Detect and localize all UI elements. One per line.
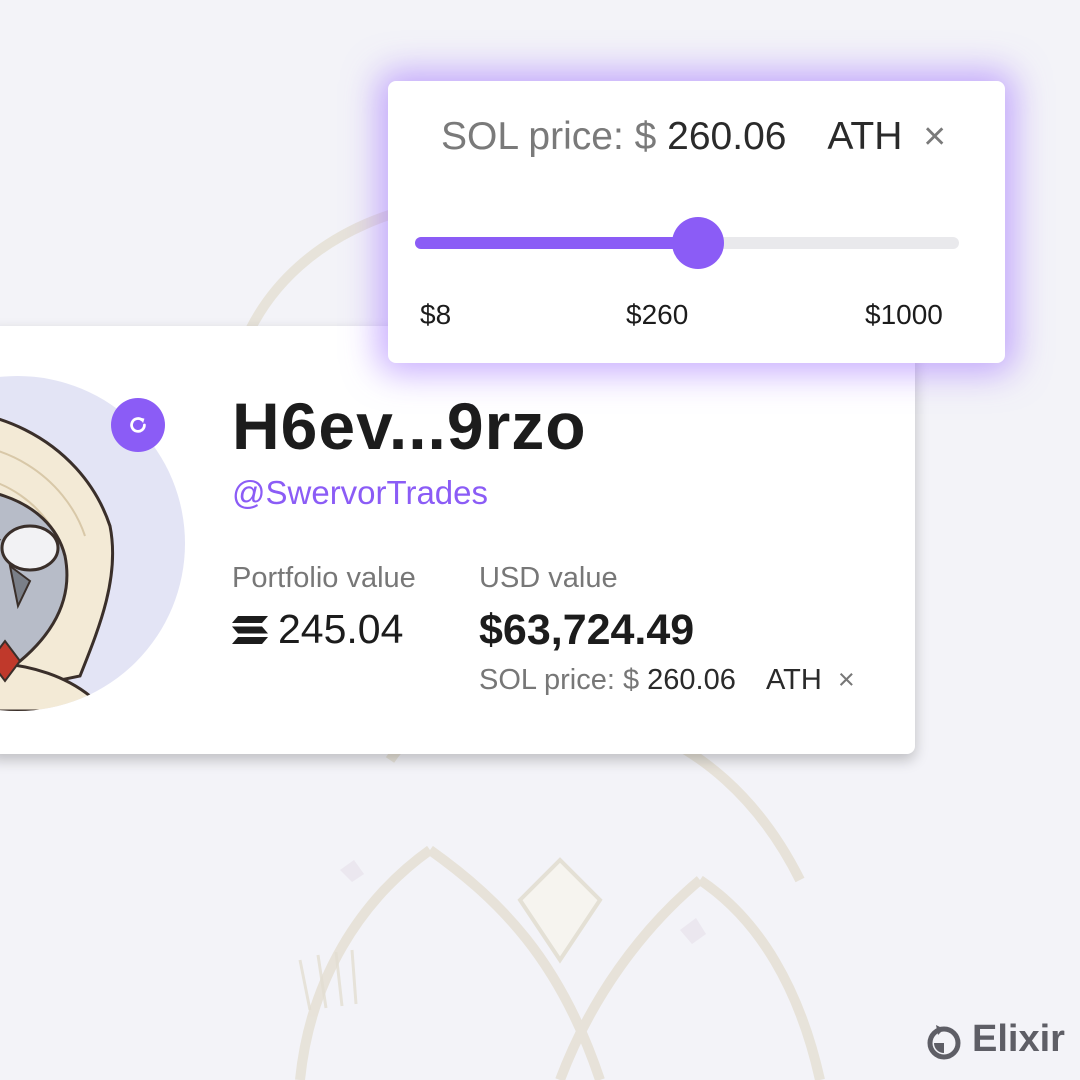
slider-min-label: $8 xyxy=(420,299,452,330)
price-slider-thumb[interactable] xyxy=(671,217,724,269)
brand-watermark: Elixir xyxy=(924,1018,1065,1061)
popup-sol-price-row: SOL price: $ 260.06 ATH × xyxy=(441,115,946,159)
price-slider-fill xyxy=(415,237,698,249)
popup-sol-price-prefix: SOL price: $ xyxy=(441,115,657,158)
sol-price-popup: SOL price: $ 260.06 ATH × $8 $260 $1000 xyxy=(388,81,1005,363)
refresh-icon xyxy=(130,417,146,433)
price-slider-track[interactable] xyxy=(415,217,959,269)
user-handle-link[interactable]: @SwervorTrades xyxy=(232,474,488,512)
refresh-button[interactable] xyxy=(111,398,165,452)
usd-value-label: USD value xyxy=(479,562,618,594)
card-ath-button[interactable]: ATH xyxy=(766,664,822,696)
sol-icon xyxy=(232,615,268,644)
portfolio-value: 245.04 xyxy=(232,606,403,653)
profile-card: H6ev...9rzo @SwervorTrades Portfolio val… xyxy=(0,326,915,754)
brand-name: Elixir xyxy=(972,1018,1065,1060)
usd-value: $63,724.49 xyxy=(479,606,695,654)
popup-close-icon[interactable]: × xyxy=(923,115,946,158)
card-sol-price-value: 260.06 xyxy=(647,664,736,696)
popup-ath-button[interactable]: ATH xyxy=(827,115,902,158)
portfolio-value-label: Portfolio value xyxy=(232,562,416,594)
card-close-icon[interactable]: × xyxy=(838,664,855,696)
card-sol-price-row: SOL price: $ 260.06 ATH × xyxy=(479,664,855,697)
popup-sol-price-value: 260.06 xyxy=(667,115,787,158)
card-sol-price-prefix: SOL price: $ xyxy=(479,664,640,696)
slider-mid-label: $260 xyxy=(626,299,689,330)
slider-max-label: $1000 xyxy=(865,299,943,330)
portfolio-value-amount: 245.04 xyxy=(278,606,404,652)
wallet-name: H6ev...9rzo xyxy=(232,389,587,463)
elixir-logo-icon xyxy=(927,1024,961,1059)
